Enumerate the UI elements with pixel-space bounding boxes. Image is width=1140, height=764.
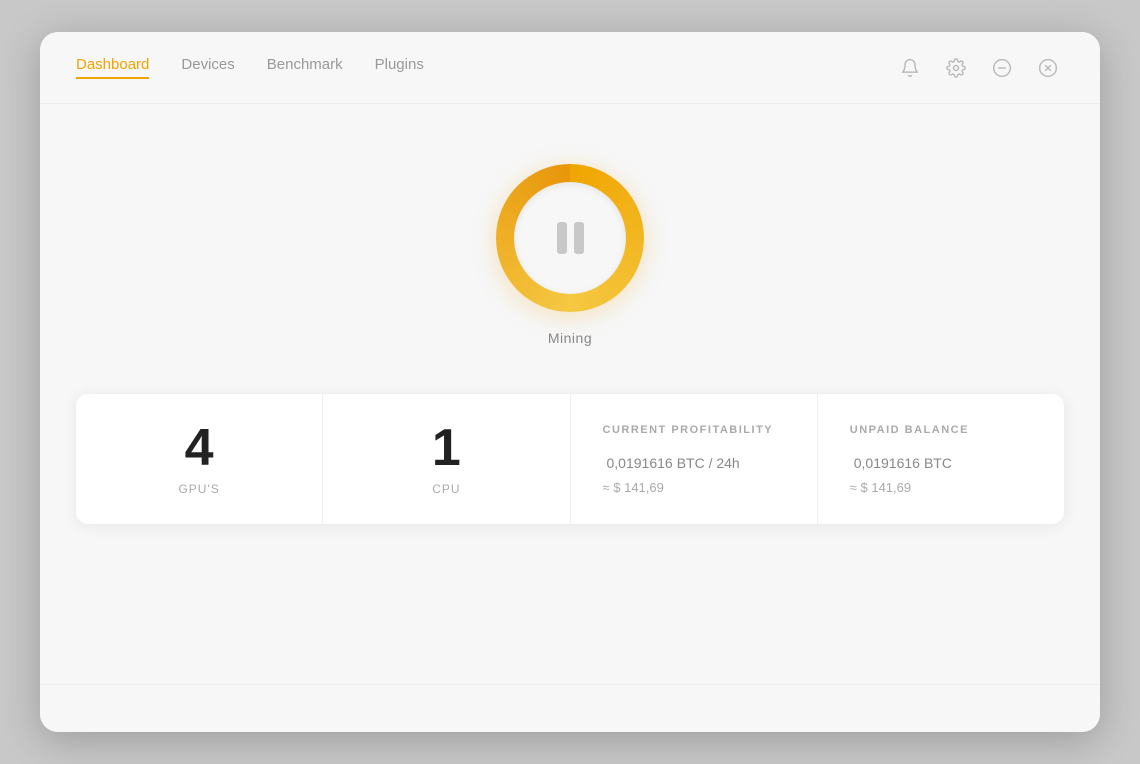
profitability-header: CURRENT PROFITABILITY [603, 424, 774, 436]
nav-tabs: Dashboard Devices Benchmark Plugins [76, 56, 424, 79]
settings-icon-button[interactable] [940, 52, 972, 84]
mining-status-label: Mining [548, 330, 592, 346]
pause-icon [557, 222, 584, 254]
pause-bar-left [557, 222, 567, 254]
nav-actions [894, 52, 1064, 84]
pause-bar-right [574, 222, 584, 254]
minimize-icon [992, 58, 1012, 78]
balance-header: UNPAID BALANCE [850, 424, 969, 436]
gpu-count-value: 4 [185, 422, 214, 474]
main-content: Mining 4 GPU'S 1 CPU CURRENT PROFITABILI… [40, 104, 1100, 684]
profitability-value: 0,0191616BTC / 24h [603, 448, 740, 474]
profitability-stat-card: CURRENT PROFITABILITY 0,0191616BTC / 24h… [571, 394, 818, 524]
nav-bar: Dashboard Devices Benchmark Plugins [40, 32, 1100, 104]
cpu-stat-card: 1 CPU [323, 394, 570, 524]
profitability-unit: BTC / 24h [677, 455, 740, 471]
gpu-label: GPU'S [178, 482, 219, 496]
tab-dashboard[interactable]: Dashboard [76, 56, 149, 79]
tab-benchmark[interactable]: Benchmark [267, 56, 343, 79]
stats-row: 4 GPU'S 1 CPU CURRENT PROFITABILITY 0,01… [76, 394, 1064, 524]
balance-value: 0,0191616BTC [850, 448, 952, 474]
close-icon [1038, 58, 1058, 78]
close-icon-button[interactable] [1032, 52, 1064, 84]
bottom-bar [40, 684, 1100, 732]
gear-icon [946, 58, 966, 78]
profitability-approx: ≈ $ 141,69 [603, 480, 664, 495]
tab-plugins[interactable]: Plugins [375, 56, 424, 79]
minimize-icon-button[interactable] [986, 52, 1018, 84]
balance-unit: BTC [924, 455, 952, 471]
cpu-label: CPU [432, 482, 460, 496]
balance-approx: ≈ $ 141,69 [850, 480, 911, 495]
tab-devices[interactable]: Devices [181, 56, 234, 79]
bell-icon [900, 58, 920, 78]
mining-area: Mining [496, 164, 644, 346]
app-window: Dashboard Devices Benchmark Plugins [40, 32, 1100, 732]
mining-toggle-button[interactable] [496, 164, 644, 312]
balance-stat-card: UNPAID BALANCE 0,0191616BTC ≈ $ 141,69 [818, 394, 1064, 524]
gpu-stat-card: 4 GPU'S [76, 394, 323, 524]
cpu-count-value: 1 [432, 422, 461, 474]
bell-icon-button[interactable] [894, 52, 926, 84]
mining-button-inner [514, 182, 626, 294]
